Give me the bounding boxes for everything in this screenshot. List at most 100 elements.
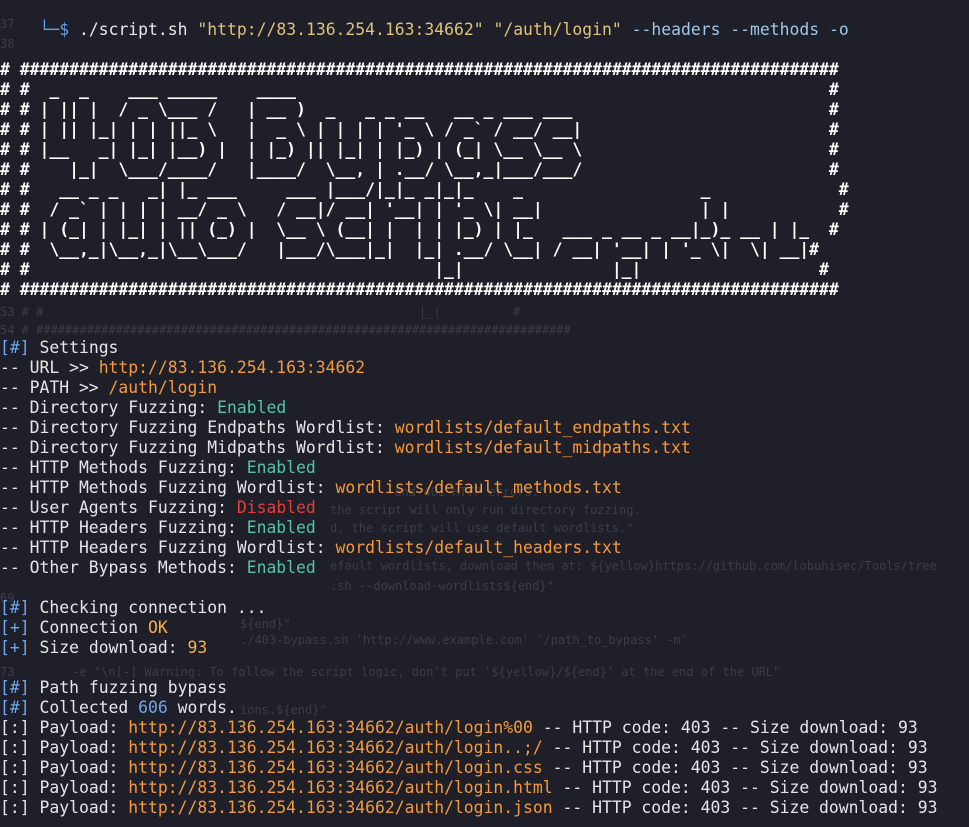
collected-count: 606 [138,698,168,717]
setting-methods: -- HTTP Methods Fuzzing: Enabled [0,458,316,478]
setting-url-value: http://83.136.254.163:34662 [98,358,366,377]
banner-line: # # | || |_| | | ||_ \ | _ \ | | | | '_ … [0,120,839,139]
payload-row: [:] Payload: http://83.136.254.163:34662… [0,798,937,818]
payload-tag: [:] [0,758,30,777]
setting-user-agents: -- User Agents Fuzzing: Disabled [0,498,316,518]
setting-label: -- URL >> [0,358,99,377]
wordlist-path: wordlists/default_methods.txt [335,478,622,497]
connection-ok: OK [148,618,168,637]
banner-line: # # _ _ ___ _____ ____ # [0,80,839,99]
setting-headers: -- HTTP Headers Fuzzing: Enabled [0,518,316,538]
payload-url[interactable]: http://83.136.254.163:34662/auth/login%0… [128,718,533,737]
banner-line: # # |_| |_| # [0,260,829,279]
payload-url[interactable]: http://83.136.254.163:34662/auth/login.j… [128,798,552,817]
wordlist-path: wordlists/default_endpaths.txt [394,418,691,437]
command-flags: --headers --methods -o [631,20,849,39]
info-tag: [#] [0,678,30,697]
connection-label: Connection [39,618,149,637]
status-enabled: Enabled [217,398,287,417]
setting-path: -- PATH >> /auth/login [0,378,217,398]
setting-label: -- User Agents Fuzzing: [0,498,237,517]
banner-line: # ######################################… [0,60,839,79]
payload-label: Payload: [39,798,129,817]
status-enabled: Enabled [246,518,316,537]
setting-label: -- Directory Fuzzing Endpaths Wordlist: [0,418,395,437]
info-tag: [#] [0,598,30,617]
banner-line: # # |__ _| |_| |__) | | |_) || |_| | |_)… [0,140,839,159]
connection-check-text: Checking connection ... [39,598,267,617]
payload-result: -- HTTP code: 403 -- Size download: 93 [542,738,928,757]
collected-label: Collected [39,698,139,717]
setting-path-value: /auth/login [108,378,218,397]
payload-url[interactable]: http://83.136.254.163:34662/auth/login.h… [128,778,552,797]
ghost-line: the script will only run directory fuzzi… [330,503,641,517]
ghost-line: ./403-bypass.sh 'http://www.example.com'… [240,633,688,647]
wordlist-path: wordlists/default_headers.txt [335,538,622,557]
payload-url[interactable]: http://83.136.254.163:34662/auth/login..… [128,738,542,757]
payload-row: [:] Payload: http://83.136.254.163:34662… [0,718,918,738]
payload-result: -- HTTP code: 403 -- Size download: 93 [552,798,938,817]
setting-label: -- HTTP Headers Fuzzing Wordlist: [0,538,336,557]
payload-tag: [:] [0,798,30,817]
banner-line: # ######################################… [0,280,839,299]
ghost-line: .sh --download-wordlists${end}" [330,579,554,593]
command-arg-path: "/auth/login" [493,20,622,39]
setting-endpaths: -- Directory Fuzzing Endpaths Wordlist: … [0,418,691,438]
ghost-line: d, the script will use default wordlists… [330,521,634,535]
payload-label: Payload: [39,718,129,737]
payload-tag: [:] [0,778,30,797]
payload-row: [:] Payload: http://83.136.254.163:34662… [0,758,928,778]
setting-label: -- HTTP Methods Fuzzing Wordlist: [0,478,336,497]
payload-label: Payload: [39,738,129,757]
ghost-line: 53 # # |_| # [0,305,521,319]
status-disabled: Disabled [236,498,316,517]
settings-title: Settings [39,338,119,357]
setting-label: -- PATH >> [0,378,109,397]
setting-label: -- Directory Fuzzing: [0,398,218,417]
success-tag: [+] [0,638,30,657]
payload-label: Payload: [39,758,129,777]
ghost-line: ions.${end}" [240,703,327,717]
command-line[interactable]: └─$ ./script.sh "http://83.136.254.163:3… [0,0,848,39]
status-enabled: Enabled [246,458,316,477]
banner-line: # # |_| \___/____/ |____/ \__, | .__/ \_… [0,160,839,179]
ghost-line: efault wordlists, download them at: ${ye… [330,559,937,573]
setting-url: -- URL >> http://83.136.254.163:34662 [0,358,365,378]
success-tag: [+] [0,618,30,637]
banner-line: # # | (_| | |_| | || (_) | \__ \ (__| | … [0,220,839,239]
terminal-window[interactable]: 37 38 53 # # |_| # 54 # ################… [0,0,969,827]
command-arg-url: "http://83.136.254.163:34662" [197,20,484,39]
banner-line: # # \__,_|\__,_|\__\___/ |___/\___|_| |_… [0,240,820,259]
ghost-line: 54 # ###################################… [0,323,571,337]
setting-midpaths: -- Directory Fuzzing Midpaths Wordlist: … [0,438,691,458]
payload-row: [:] Payload: http://83.136.254.163:34662… [0,778,937,798]
payload-result: -- HTTP code: 403 -- Size download: 93 [532,718,918,737]
size-value: 93 [187,638,208,657]
command-name: ./script.sh [78,20,188,39]
info-tag: [#] [0,338,30,357]
wordlist-path: wordlists/default_midpaths.txt [394,438,691,457]
status-enabled: Enabled [246,558,316,577]
payload-url[interactable]: http://83.136.254.163:34662/auth/login.c… [128,758,542,777]
setting-label: -- Directory Fuzzing Midpaths Wordlist: [0,438,395,457]
fuzzing-title-text: Path fuzzing bypass [39,678,227,697]
payload-row: [:] Payload: http://83.136.254.163:34662… [0,738,928,758]
banner-line: # # | || | / _ \___ / | __ ) _ _ _ __ __… [0,100,839,119]
payload-tag: [:] [0,718,30,737]
setting-dir-fuzz: -- Directory Fuzzing: Enabled [0,398,286,418]
connection-check: [#] Checking connection ... [0,598,266,618]
setting-label: -- Other Bypass Methods: [0,558,247,577]
fuzzing-title: [#] Path fuzzing bypass [0,678,227,698]
info-tag: [#] [0,698,30,717]
setting-methods-wordlist: -- HTTP Methods Fuzzing Wordlist: wordli… [0,478,622,498]
setting-label: -- HTTP Headers Fuzzing: [0,518,247,537]
connection-status: [+] Connection OK [0,618,168,638]
setting-headers-wordlist: -- HTTP Headers Fuzzing Wordlist: wordli… [0,538,622,558]
payload-tag: [:] [0,738,30,757]
setting-label: -- HTTP Methods Fuzzing: [0,458,247,477]
setting-other-bypass: -- Other Bypass Methods: Enabled [0,558,316,578]
size-download: [+] Size download: 93 [0,638,207,658]
banner-line: # # __ _ _ _| |_ ___ ___ |___/|_|_ _|_|_… [0,180,849,199]
prompt-symbol: └─$ [39,20,70,39]
size-label: Size download: [39,638,188,657]
